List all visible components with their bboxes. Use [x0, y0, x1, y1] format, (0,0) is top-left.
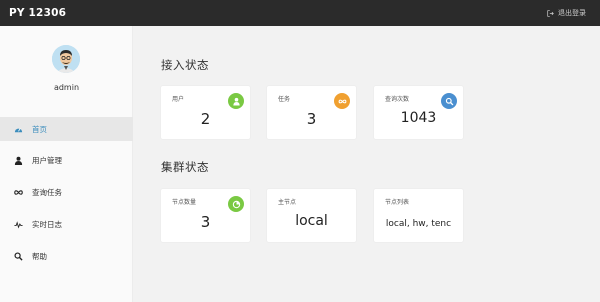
card-value: local: [295, 213, 328, 229]
avatar-image: [52, 45, 80, 73]
cluster-status-title: 集群状态: [161, 160, 209, 174]
card-label: 节点列表: [385, 199, 410, 206]
user-icon: [228, 93, 244, 109]
sidebar-item-label: 首页: [32, 124, 47, 134]
sidebar-item-label: 查询任务: [32, 188, 62, 198]
stat-card-query-count: 查询次数 1043: [374, 86, 463, 139]
logout-button[interactable]: 退出登录: [547, 8, 586, 18]
sidebar-item-realtime-log[interactable]: 实时日志: [0, 212, 133, 236]
logout-icon: [547, 9, 554, 17]
card-label: 主节点: [278, 199, 297, 206]
sidebar-item-home[interactable]: 首页: [0, 117, 133, 141]
stat-card-users: 用户 2: [161, 86, 250, 139]
chart-pie-icon: [228, 196, 244, 212]
card-value: 3: [306, 110, 317, 128]
sidebar-item-label: 实时日志: [32, 219, 62, 229]
stat-card-node-list: 节点列表 local, hw, tenc: [374, 189, 463, 242]
dashboard-icon: [14, 125, 23, 134]
search-icon: [441, 93, 457, 109]
card-label: 查询次数: [385, 96, 410, 103]
search-icon: [14, 252, 23, 261]
card-label: 任务: [278, 96, 291, 103]
card-value: 2: [200, 110, 211, 128]
sidebar: admin 首页 用户管理 查询任务 实时日志 帮助: [0, 26, 133, 302]
avatar: [52, 45, 80, 73]
logout-label: 退出登录: [558, 9, 586, 17]
infinity-icon: [14, 188, 23, 197]
infinity-icon: [334, 93, 350, 109]
main-content: 接入状态 用户 2 任务 3 查询次数 1043 集群状态 节点数量 3 主节点…: [134, 26, 600, 302]
sidebar-item-help[interactable]: 帮助: [0, 244, 133, 268]
sidebar-item-user-management[interactable]: 用户管理: [0, 149, 133, 173]
card-value: local, hw, tenc: [385, 219, 452, 229]
card-label: 用户: [172, 96, 185, 103]
stat-card-tasks: 任务 3: [267, 86, 356, 139]
sidebar-item-query-tasks[interactable]: 查询任务: [0, 181, 133, 205]
username: admin: [53, 83, 80, 92]
top-bar: PY 12306 退出登录: [0, 0, 600, 26]
access-status-title: 接入状态: [161, 58, 209, 72]
sidebar-item-label: 帮助: [32, 251, 47, 261]
card-value: 1043: [400, 110, 437, 126]
sidebar-nav: 首页 用户管理 查询任务 实时日志 帮助: [0, 117, 133, 276]
card-label: 节点数量: [172, 199, 197, 206]
app-title[interactable]: PY 12306: [9, 7, 66, 19]
card-value: 3: [200, 213, 211, 231]
stat-card-node-count: 节点数量 3: [161, 189, 250, 242]
sidebar-item-label: 用户管理: [32, 156, 62, 166]
stat-card-master-node: 主节点 local: [267, 189, 356, 242]
pulse-icon: [14, 220, 23, 229]
user-icon: [14, 156, 23, 166]
